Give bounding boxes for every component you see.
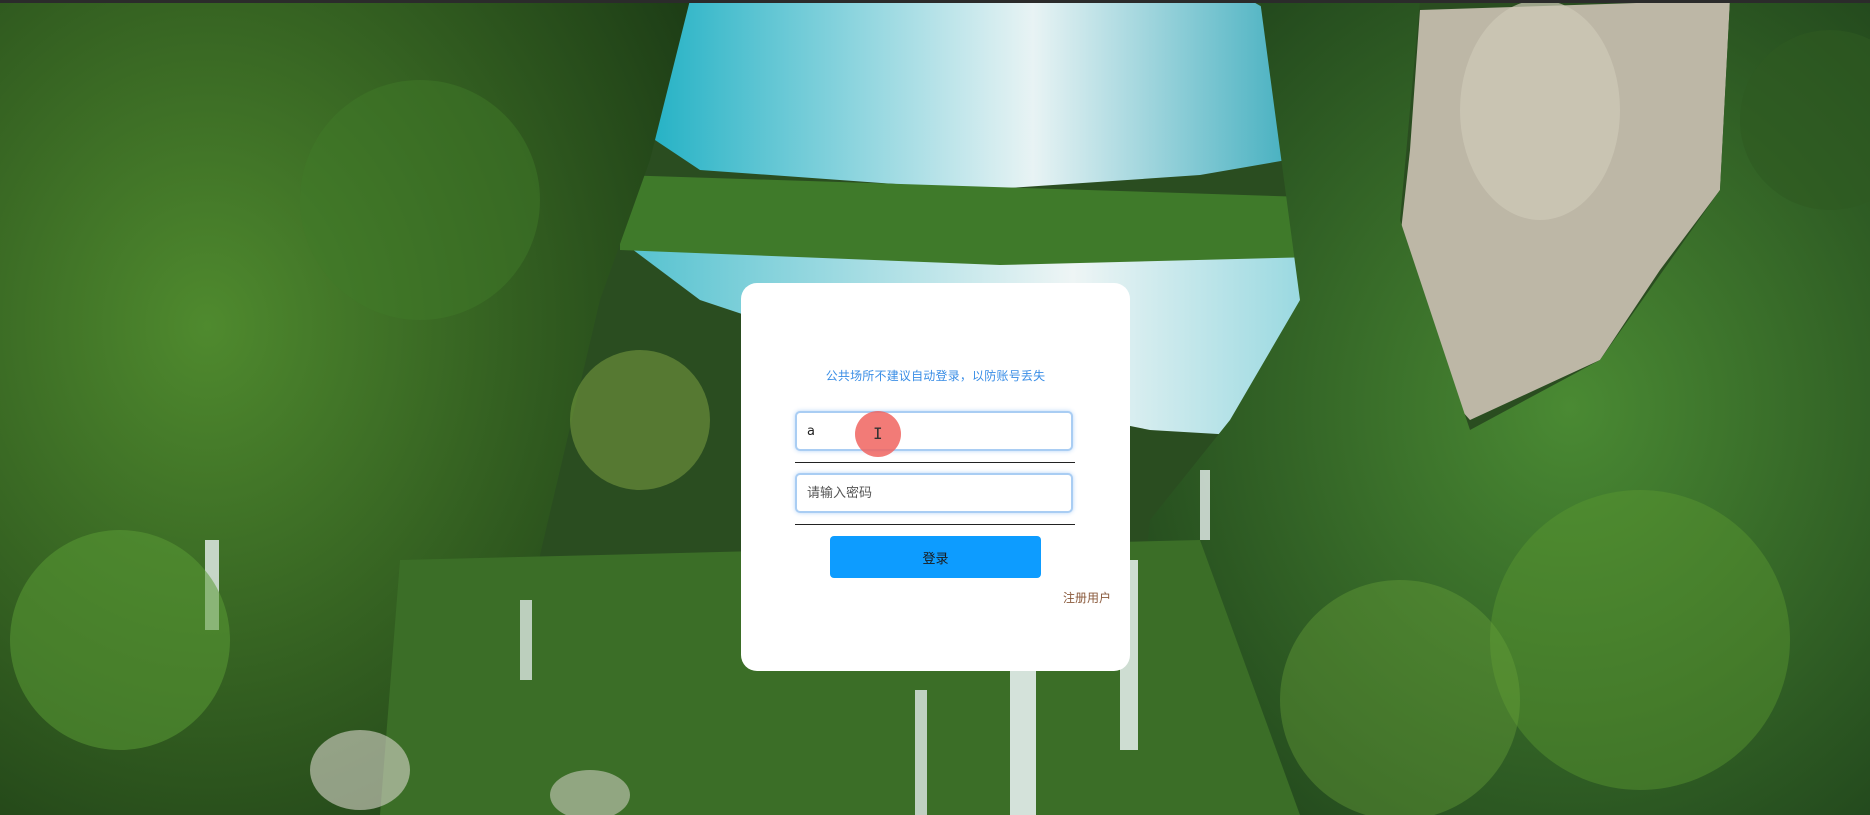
username-input[interactable]: [795, 411, 1073, 451]
text-cursor-icon: I: [873, 424, 883, 443]
security-hint-text: 公共场所不建议自动登录，以防账号丢失: [825, 369, 1046, 383]
password-underline: [795, 524, 1075, 525]
register-user-link[interactable]: 注册用户: [1063, 589, 1111, 606]
login-button[interactable]: 登录: [830, 536, 1041, 578]
username-underline: [795, 462, 1075, 463]
window-top-edge: [0, 0, 1870, 3]
login-card: 公共场所不建议自动登录，以防账号丢失 登录 注册用户: [741, 283, 1130, 671]
password-input[interactable]: [795, 473, 1073, 513]
